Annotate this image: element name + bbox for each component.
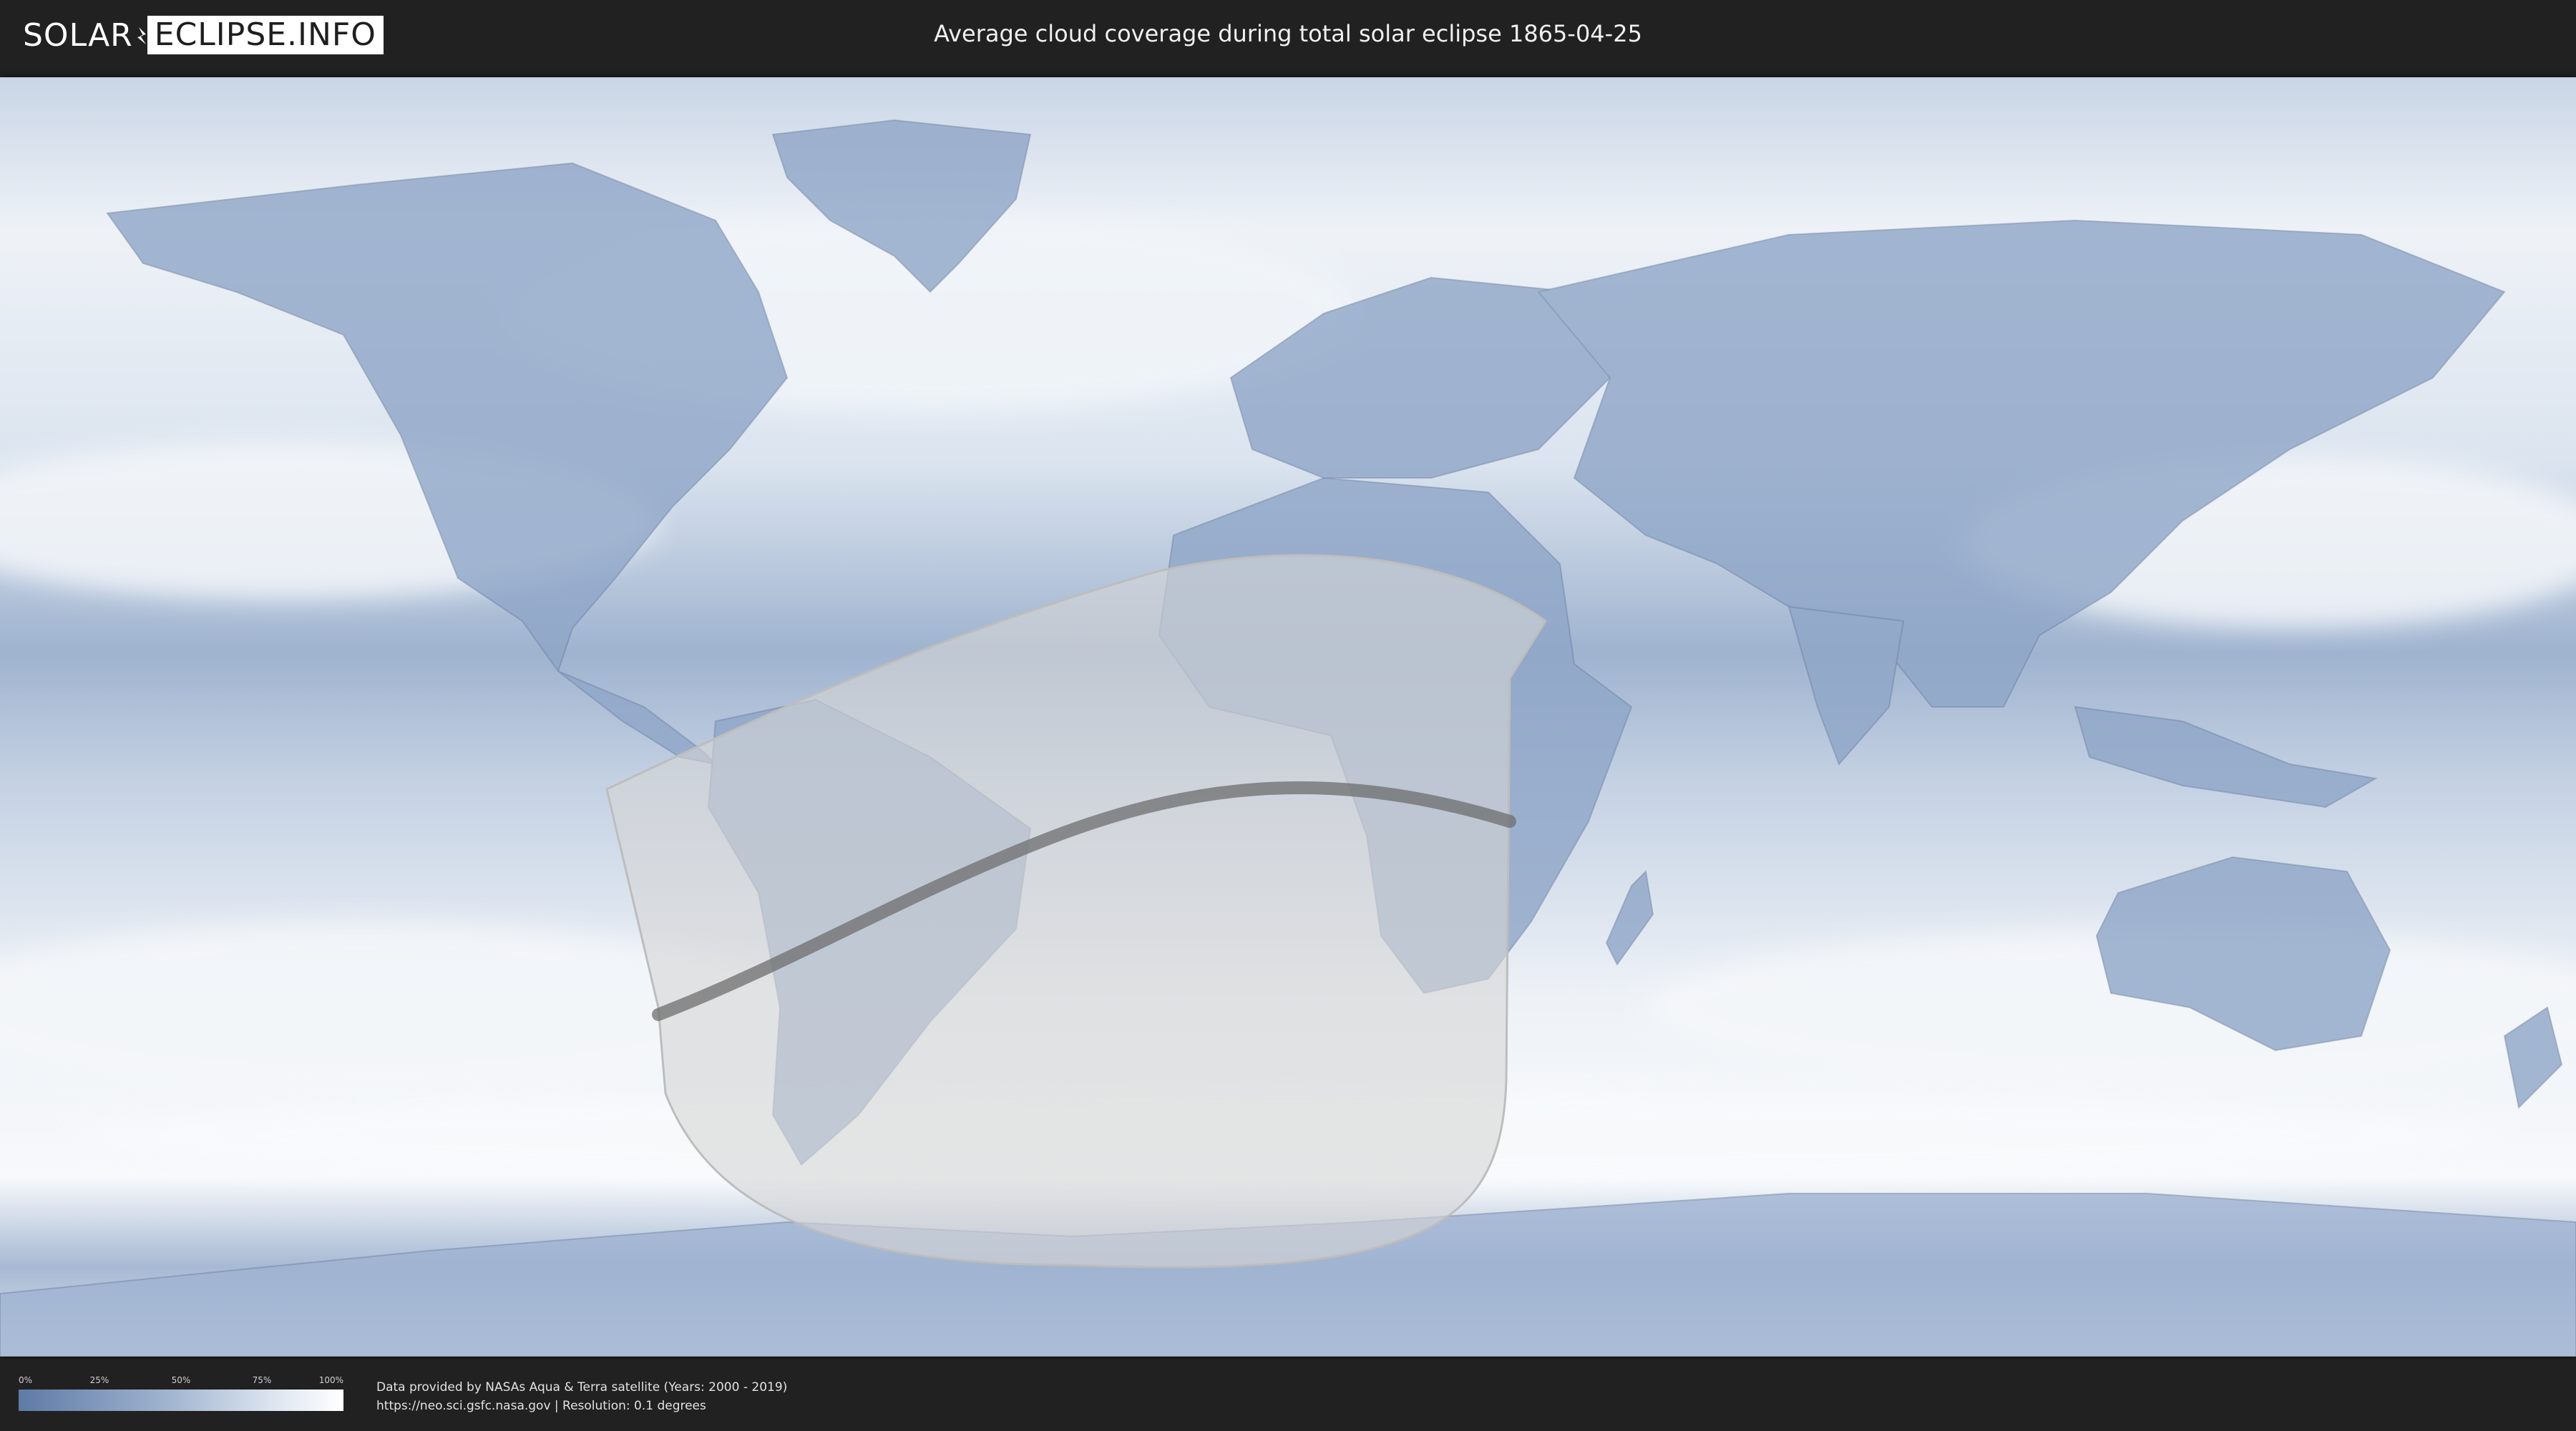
header-bar: SOLAR ECLIPSE.INFO Average cloud coverag… [0,0,2576,72]
legend-tick: 25% [89,1375,109,1385]
data-credits: Data provided by NASAs Aqua & Terra sate… [376,1378,787,1415]
legend-tick: 0% [19,1375,33,1385]
legend-ticks: 0% 25% 50% 75% 100% [19,1375,343,1388]
credits-line-1: Data provided by NASAs Aqua & Terra sate… [376,1380,788,1395]
cloud-coverage-map [0,77,2576,1357]
page-title: Average cloud coverage during total sola… [934,20,1642,47]
credits-line-2: https://neo.sci.gsfc.nasa.gov | Resoluti… [376,1399,706,1413]
world-map-icon [0,77,2576,1357]
legend-gradient-bar [19,1390,343,1411]
cloud-coverage-legend: 0% 25% 50% 75% 100% [19,1375,343,1415]
legend-tick: 75% [252,1375,272,1385]
legend-tick: 100% [318,1375,343,1385]
legend-tick: 50% [171,1375,191,1385]
